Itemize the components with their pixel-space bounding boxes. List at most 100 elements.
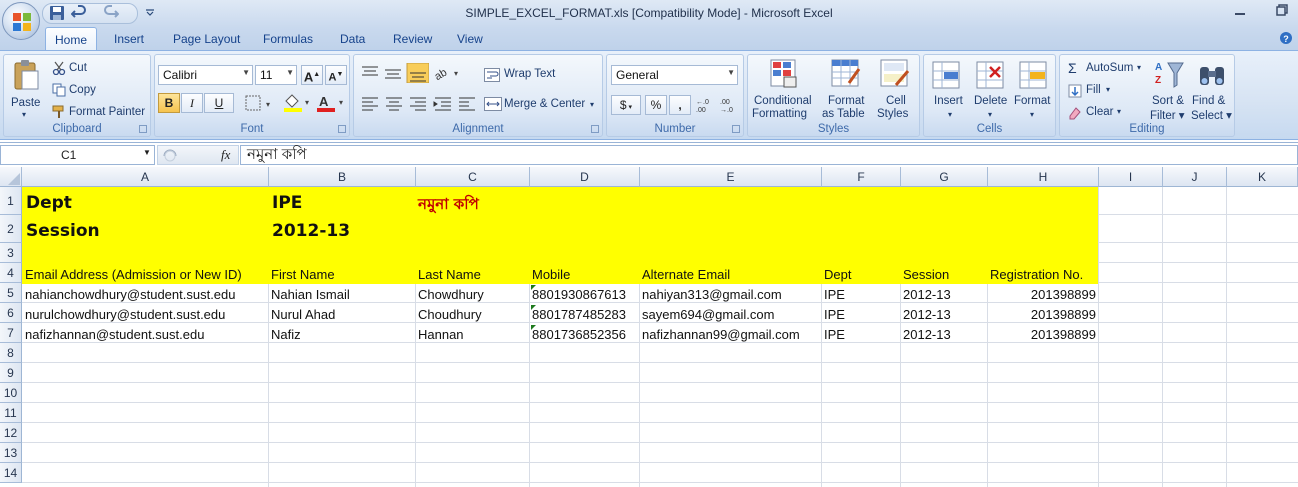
font-launcher-icon[interactable] xyxy=(338,125,346,133)
row-header-1[interactable]: 1 xyxy=(0,187,22,215)
find-select-button[interactable]: Find & xyxy=(1192,95,1225,107)
delete-dropdown-icon[interactable]: ▾ xyxy=(988,110,992,119)
row-header-8[interactable]: 8 xyxy=(0,343,22,363)
insert-cells-button[interactable]: Insert xyxy=(934,95,963,107)
cell-G6[interactable]: 2012-13 xyxy=(903,307,951,322)
column-header-c[interactable]: C xyxy=(416,167,530,187)
format-as-table-button[interactable]: Format xyxy=(828,95,864,107)
cell-F5[interactable]: IPE xyxy=(824,287,845,302)
row-header-6[interactable]: 6 xyxy=(0,303,22,323)
cut-button[interactable]: Cut xyxy=(69,62,87,74)
percent-button[interactable]: % xyxy=(645,95,667,115)
header-registration[interactable]: Registration No. xyxy=(990,267,1083,282)
cell-G7[interactable]: 2012-13 xyxy=(903,327,951,342)
borders-icon[interactable]: ▾ xyxy=(244,95,274,111)
cell-styles-button[interactable]: Cell xyxy=(886,95,906,107)
name-box-dropdown-icon[interactable]: ▼ xyxy=(143,148,151,157)
number-format-combo[interactable]: General ▼ xyxy=(611,65,738,85)
column-header-j[interactable]: J xyxy=(1163,167,1227,187)
orientation-icon[interactable]: ab ▾ xyxy=(432,63,462,83)
format-cells-button[interactable]: Format xyxy=(1014,95,1050,107)
autosum-button[interactable]: AutoSum xyxy=(1086,62,1133,74)
comma-button[interactable]: , xyxy=(669,95,691,115)
row-header-4[interactable]: 4 xyxy=(0,263,22,283)
help-icon[interactable]: ? xyxy=(1279,31,1293,45)
row-header-14[interactable]: 14 xyxy=(0,463,22,483)
tab-review[interactable]: Review xyxy=(393,32,432,46)
cell-G5[interactable]: 2012-13 xyxy=(903,287,951,302)
cell-D6[interactable]: 8801787485283 xyxy=(532,307,626,322)
cell-A1[interactable]: Dept xyxy=(26,193,72,213)
cell-H6[interactable]: 201398899 xyxy=(988,307,1096,322)
merge-center-button[interactable]: Merge & Center xyxy=(504,98,585,110)
paste-button[interactable]: Paste xyxy=(11,97,40,109)
header-mobile[interactable]: Mobile xyxy=(532,267,570,282)
header-session[interactable]: Session xyxy=(903,267,949,282)
cell-B7[interactable]: Nafiz xyxy=(271,327,301,342)
column-header-a[interactable]: A xyxy=(22,167,269,187)
cell-D5[interactable]: 8801930867613 xyxy=(532,287,626,302)
column-header-h[interactable]: H xyxy=(988,167,1099,187)
formula-input[interactable]: নমুনা কপি xyxy=(240,145,1298,165)
tab-view[interactable]: View xyxy=(457,32,483,46)
select-all-corner[interactable] xyxy=(0,167,22,187)
row-header-11[interactable]: 11 xyxy=(0,403,22,423)
cell-C7[interactable]: Hannan xyxy=(418,327,464,342)
name-box[interactable]: C1 ▼ xyxy=(0,145,155,165)
paste-dropdown-icon[interactable]: ▾ xyxy=(22,110,26,119)
row-header-12[interactable]: 12 xyxy=(0,423,22,443)
fill-dropdown-icon[interactable]: ▾ xyxy=(1106,85,1110,94)
insert-dropdown-icon[interactable]: ▾ xyxy=(948,110,952,119)
clipboard-launcher-icon[interactable] xyxy=(139,125,147,133)
restore-icon[interactable] xyxy=(1276,4,1288,16)
wrap-text-button[interactable]: Wrap Text xyxy=(504,68,555,80)
header-email[interactable]: Email Address (Admission or New ID) xyxy=(25,267,242,282)
grow-font-button[interactable]: A▲ xyxy=(301,65,323,85)
copy-button[interactable]: Copy xyxy=(69,84,96,96)
tab-insert[interactable]: Insert xyxy=(114,32,144,46)
bold-button[interactable]: B xyxy=(158,93,180,113)
header-alt-email[interactable]: Alternate Email xyxy=(642,267,730,282)
currency-button[interactable]: $ ▾ xyxy=(611,95,641,115)
column-header-g[interactable]: G xyxy=(901,167,988,187)
row-header-9[interactable]: 9 xyxy=(0,363,22,383)
header-last-name[interactable]: Last Name xyxy=(418,267,481,282)
formula-bar-resize-icon[interactable] xyxy=(162,149,196,163)
column-header-i[interactable]: I xyxy=(1099,167,1163,187)
cell-E5[interactable]: nahiyan313@gmail.com xyxy=(642,287,782,302)
column-header-d[interactable]: D xyxy=(530,167,640,187)
cell-B5[interactable]: Nahian Ismail xyxy=(271,287,350,302)
shrink-font-button[interactable]: A▼ xyxy=(325,65,347,85)
horizontal-align-icons[interactable] xyxy=(359,93,479,113)
cell-H5[interactable]: 201398899 xyxy=(988,287,1096,302)
clear-button[interactable]: Clear xyxy=(1086,106,1113,118)
number-launcher-icon[interactable] xyxy=(732,125,740,133)
cell-C6[interactable]: Choudhury xyxy=(418,307,482,322)
cell-A5[interactable]: nahianchowdhury@student.sust.edu xyxy=(25,287,236,302)
cell-F6[interactable]: IPE xyxy=(824,307,845,322)
row-header-7[interactable]: 7 xyxy=(0,323,22,343)
cell-B2[interactable]: 2012-13 xyxy=(272,221,350,241)
italic-button[interactable]: I xyxy=(181,93,203,113)
cell-C1[interactable]: নমুনা কপি xyxy=(418,193,479,218)
conditional-formatting-button[interactable]: Conditional xyxy=(754,95,812,107)
paste-icon[interactable] xyxy=(12,59,40,91)
column-header-b[interactable]: B xyxy=(269,167,416,187)
column-header-k[interactable]: K xyxy=(1227,167,1298,187)
insert-function-icon[interactable]: fx xyxy=(221,147,230,163)
office-button[interactable] xyxy=(2,2,40,40)
format-painter-button[interactable]: Format Painter xyxy=(69,106,145,118)
cell-F7[interactable]: IPE xyxy=(824,327,845,342)
alignment-launcher-icon[interactable] xyxy=(591,125,599,133)
tab-data[interactable]: Data xyxy=(340,32,365,46)
font-name-combo[interactable]: Calibri ▼ xyxy=(158,65,253,85)
fill-color-icon[interactable]: ▾ xyxy=(282,93,314,113)
merge-dropdown-icon[interactable]: ▾ xyxy=(590,100,594,109)
decimal-icons[interactable]: ←.0.00.00→.0 xyxy=(695,96,741,114)
row-header-10[interactable]: 10 xyxy=(0,383,22,403)
column-header-f[interactable]: F xyxy=(822,167,901,187)
cell-E6[interactable]: sayem694@gmail.com xyxy=(642,307,774,322)
cell-B6[interactable]: Nurul Ahad xyxy=(271,307,335,322)
cell-A7[interactable]: nafizhannan@student.sust.edu xyxy=(25,327,204,342)
column-header-e[interactable]: E xyxy=(640,167,822,187)
